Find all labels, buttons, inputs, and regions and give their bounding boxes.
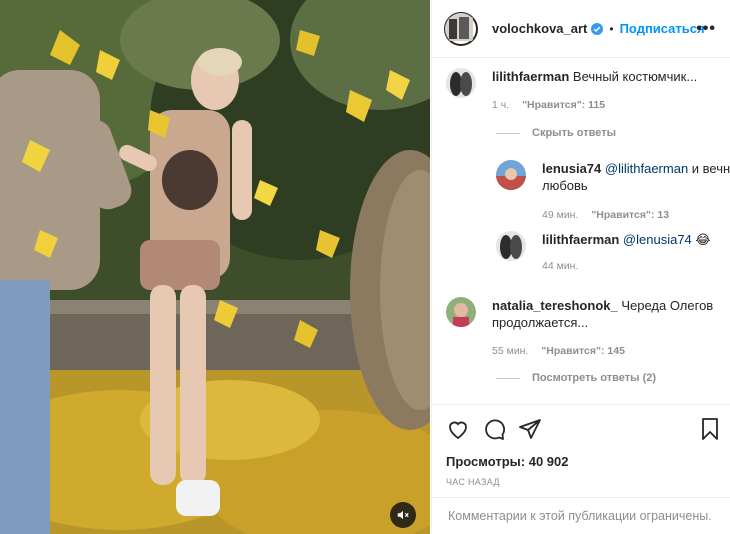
more-options-icon[interactable]: ••• <box>696 20 716 38</box>
comment-likes[interactable]: "Нравится": 115 <box>522 99 605 111</box>
post-header: volochkova_art • Подписаться ••• <box>432 0 730 58</box>
divider-line <box>496 132 520 134</box>
reply-text: и вечная <box>691 161 730 176</box>
comment-item: lilithfaerman Вечный костюмчик... 1 ч. "… <box>446 68 697 114</box>
hide-replies-button[interactable]: Скрыть ответы <box>496 127 616 139</box>
share-icon[interactable] <box>518 417 542 441</box>
author-avatar[interactable] <box>444 11 478 46</box>
comment-avatar[interactable] <box>446 297 476 327</box>
reply-item: lenusia74 @lilithfaerman и вечная любовь… <box>496 160 730 224</box>
comment-text: Вечный костюмчик... <box>572 69 698 84</box>
comments-limited-notice: Комментарии к этой публикации ограничены… <box>432 497 730 534</box>
views-label: Просмотры: <box>446 454 526 469</box>
reply-time[interactable]: 49 мин. <box>542 209 578 221</box>
post-panel: volochkova_art • Подписаться ••• lilithf… <box>431 0 730 534</box>
verified-icon <box>591 22 604 35</box>
mute-icon <box>397 510 409 520</box>
reply-username[interactable]: lenusia74 <box>542 161 601 176</box>
comment-text: Череда Олегов <box>617 298 714 313</box>
comment-time[interactable]: 1 ч. <box>492 99 509 111</box>
comment-icon[interactable] <box>482 417 506 441</box>
views-value: 40 902 <box>528 454 569 469</box>
comment-time[interactable]: 55 мин. <box>492 345 528 357</box>
action-bar <box>432 404 730 452</box>
view-replies-label: Посмотреть ответы (2) <box>532 372 657 384</box>
comment-username[interactable]: lilithfaerman <box>492 69 569 84</box>
author-username[interactable]: volochkova_art <box>492 21 587 36</box>
reply-username[interactable]: lilithfaerman <box>542 232 619 247</box>
post-timestamp[interactable]: час назад <box>446 477 500 487</box>
laughing-emoji-icon: 😂 <box>695 232 711 247</box>
avatar-image <box>445 12 473 41</box>
reply-avatar[interactable] <box>496 231 526 261</box>
comment-text-continued: продолжается... <box>492 315 589 330</box>
view-replies-button[interactable]: Посмотреть ответы (2) <box>496 372 656 384</box>
follow-button[interactable]: Подписаться <box>620 21 705 36</box>
reply-text-continued: любовь <box>542 178 588 193</box>
comment-avatar[interactable] <box>446 68 476 98</box>
divider-line <box>496 377 520 379</box>
heart-icon[interactable] <box>446 417 470 441</box>
reply-item: lilithfaerman @lenusia74 😂 44 мин. <box>496 231 711 275</box>
reply-likes[interactable]: "Нравится": 13 <box>591 209 669 221</box>
comment-username[interactable]: natalia_tereshonok_ <box>492 298 618 313</box>
reply-mention[interactable]: @lenusia74 <box>623 232 692 247</box>
comment-likes[interactable]: "Нравится": 145 <box>541 345 625 357</box>
comments-list: lilithfaerman Вечный костюмчик... 1 ч. "… <box>432 58 730 404</box>
comment-item: natalia_tereshonok_ Череда Олегов продол… <box>446 297 713 360</box>
video-frame <box>0 0 430 534</box>
reply-avatar[interactable] <box>496 160 526 190</box>
reply-time[interactable]: 44 мин. <box>542 260 578 272</box>
view-count: Просмотры: 40 902 <box>446 454 568 469</box>
mute-button[interactable] <box>390 502 416 528</box>
bookmark-icon[interactable] <box>698 417 722 441</box>
reply-mention[interactable]: @lilithfaerman <box>605 161 688 176</box>
post-video[interactable] <box>0 0 430 534</box>
separator-dot: • <box>609 21 614 36</box>
hide-replies-label: Скрыть ответы <box>532 127 616 139</box>
